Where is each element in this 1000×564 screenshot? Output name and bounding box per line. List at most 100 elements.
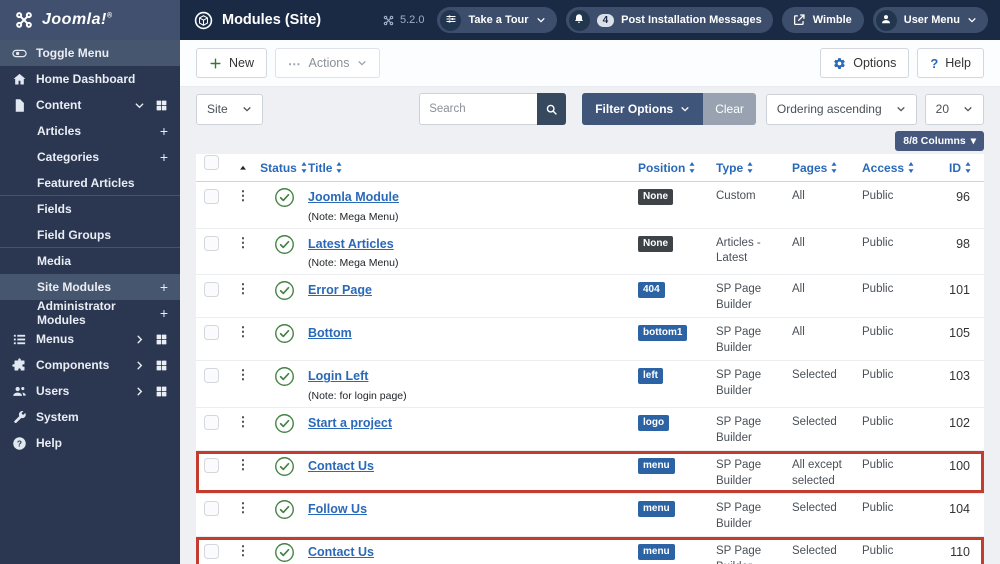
column-header-id[interactable]: ID — [936, 161, 984, 175]
sidebar-item-content[interactable]: Content — [0, 92, 180, 118]
row-checkbox[interactable] — [203, 282, 219, 298]
columns-row: 8/8 Columns ▾ — [196, 127, 984, 154]
sidebar-item-categories[interactable]: Categories + — [0, 144, 180, 170]
sort-icon — [300, 161, 308, 174]
pill-post-installation-messages[interactable]: 4 Post Installation Messages — [565, 7, 773, 33]
row-type-cell: SP Page Builder — [716, 326, 762, 354]
help-button[interactable]: ? Help — [917, 48, 984, 78]
row-id-cell: 101 — [949, 283, 970, 298]
select-all-checkbox[interactable] — [203, 155, 219, 171]
pill-label: Wimble — [812, 14, 852, 26]
sidebar-item-administrator-modules[interactable]: Administrator Modules + — [0, 299, 180, 327]
module-title-link[interactable]: Bottom — [308, 326, 352, 340]
ordering-select[interactable]: Ordering ascending — [765, 93, 917, 125]
row-checkbox[interactable] — [203, 368, 219, 384]
kebab-menu-icon[interactable]: ⋮ — [237, 414, 250, 429]
column-header-type[interactable]: Type — [716, 161, 792, 175]
kebab-menu-icon[interactable]: ⋮ — [237, 281, 250, 296]
module-title-link[interactable]: Contact Us — [308, 459, 374, 473]
chevron-down-icon — [967, 15, 977, 25]
position-badge: None — [638, 235, 673, 252]
kebab-menu-icon[interactable]: ⋮ — [237, 457, 250, 472]
actions-button[interactable]: ⋯ Actions — [275, 48, 380, 78]
sidebar-item-menus[interactable]: Menus — [0, 326, 180, 352]
sort-icon — [907, 161, 915, 174]
plus-icon[interactable]: + — [160, 150, 168, 164]
pill-user-menu[interactable]: User Menu — [872, 7, 988, 33]
row-checkbox[interactable] — [203, 189, 219, 204]
module-title-link[interactable]: Error Page — [308, 283, 372, 297]
search-button[interactable] — [537, 93, 567, 125]
module-title-link[interactable]: Latest Articles — [308, 237, 394, 251]
kebab-menu-icon[interactable]: ⋮ — [237, 543, 250, 558]
column-header-position[interactable]: Position — [638, 161, 716, 175]
column-header-access[interactable]: Access — [862, 161, 936, 175]
new-button[interactable]: New — [196, 48, 268, 78]
sidebar-item-featured-articles[interactable]: Featured Articles — [0, 170, 180, 196]
module-title-link[interactable]: Contact Us — [308, 545, 374, 559]
plus-icon[interactable]: + — [160, 280, 168, 294]
toggle-icon — [12, 46, 27, 61]
sidebar-item-label: Toggle Menu — [36, 46, 110, 60]
row-actions-cell: ⋮ — [226, 229, 260, 275]
row-checkbox[interactable] — [203, 458, 219, 474]
row-checkbox[interactable] — [203, 415, 219, 431]
column-header-title[interactable]: Title — [308, 161, 638, 175]
module-title-link[interactable]: Start a project — [308, 416, 392, 430]
joomla-logo[interactable]: Joomla!® — [0, 0, 180, 40]
position-badge: bottom1 — [638, 325, 688, 342]
module-title-link[interactable]: Follow Us — [308, 502, 367, 516]
row-type-cell: SP Page Builder — [716, 459, 762, 487]
column-header-label: Type — [716, 160, 744, 175]
pill-label: User Menu — [903, 14, 960, 26]
row-access-cell: Public — [862, 369, 894, 382]
module-title-link[interactable]: Login Left — [308, 369, 368, 383]
help-icon: ? — [12, 436, 27, 451]
sidebar-item-site-modules[interactable]: Site Modules + — [0, 274, 180, 300]
sidebar-item-help[interactable]: ? Help — [0, 430, 180, 456]
module-title-link[interactable]: Joomla Module — [308, 190, 399, 204]
row-checkbox-cell — [196, 451, 226, 493]
plus-icon[interactable]: + — [160, 306, 168, 320]
kebab-menu-icon[interactable]: ⋮ — [237, 500, 250, 515]
plus-icon[interactable]: + — [160, 124, 168, 138]
sidebar-item-users[interactable]: Users — [0, 378, 180, 404]
clear-button[interactable]: Clear — [703, 93, 756, 125]
column-header-label: Status — [260, 160, 297, 175]
table-row: ⋮ Login Left (Note: for login page) left SP … — [196, 361, 984, 409]
sidebar-item-articles[interactable]: Articles + — [0, 118, 180, 144]
column-header-pages[interactable]: Pages — [792, 161, 862, 175]
kebab-menu-icon[interactable]: ⋮ — [237, 367, 250, 382]
sidebar-item-home-dashboard[interactable]: Home Dashboard — [0, 66, 180, 92]
filter-options-button[interactable]: Filter Options — [582, 93, 704, 125]
sidebar-item-toggle-menu[interactable]: Toggle Menu — [0, 40, 180, 66]
sidebar-item-media[interactable]: Media — [0, 248, 180, 274]
row-checkbox[interactable] — [203, 544, 219, 560]
search-input[interactable] — [419, 93, 538, 125]
ordering-sort-header[interactable] — [226, 163, 260, 173]
row-id-cell: 98 — [956, 236, 970, 251]
options-button[interactable]: Options — [820, 48, 910, 78]
pill-wimble[interactable]: Wimble — [781, 7, 864, 33]
row-checkbox[interactable] — [203, 501, 219, 517]
sidebar-item-field-groups[interactable]: Field Groups — [0, 222, 180, 248]
kebab-menu-icon[interactable]: ⋮ — [237, 235, 250, 250]
column-header-status[interactable]: Status — [260, 161, 308, 175]
column-header-label: Position — [638, 160, 686, 175]
chevron-down-icon — [680, 104, 690, 114]
table-row: ⋮ Joomla Module (Note: Mega Menu) None Custo… — [196, 182, 984, 229]
row-checkbox[interactable] — [203, 325, 219, 341]
site-select[interactable]: Site — [196, 93, 263, 125]
sidebar-item-system[interactable]: System — [0, 404, 180, 430]
sidebar-item-components[interactable]: Components — [0, 352, 180, 378]
limit-select[interactable]: 20 — [924, 93, 984, 125]
topbar: Modules (Site) 5.2.0 Take a Tour 4 Post In… — [180, 0, 1000, 40]
row-access-cell: Public — [862, 545, 894, 558]
row-checkbox[interactable] — [203, 235, 219, 251]
kebab-menu-icon[interactable]: ⋮ — [237, 324, 250, 339]
pill-take-a-tour[interactable]: Take a Tour — [437, 7, 557, 33]
columns-button[interactable]: 8/8 Columns ▾ — [895, 130, 984, 151]
row-id-cell: 105 — [949, 326, 970, 341]
kebab-menu-icon[interactable]: ⋮ — [237, 188, 250, 203]
sidebar-item-fields[interactable]: Fields — [0, 196, 180, 222]
